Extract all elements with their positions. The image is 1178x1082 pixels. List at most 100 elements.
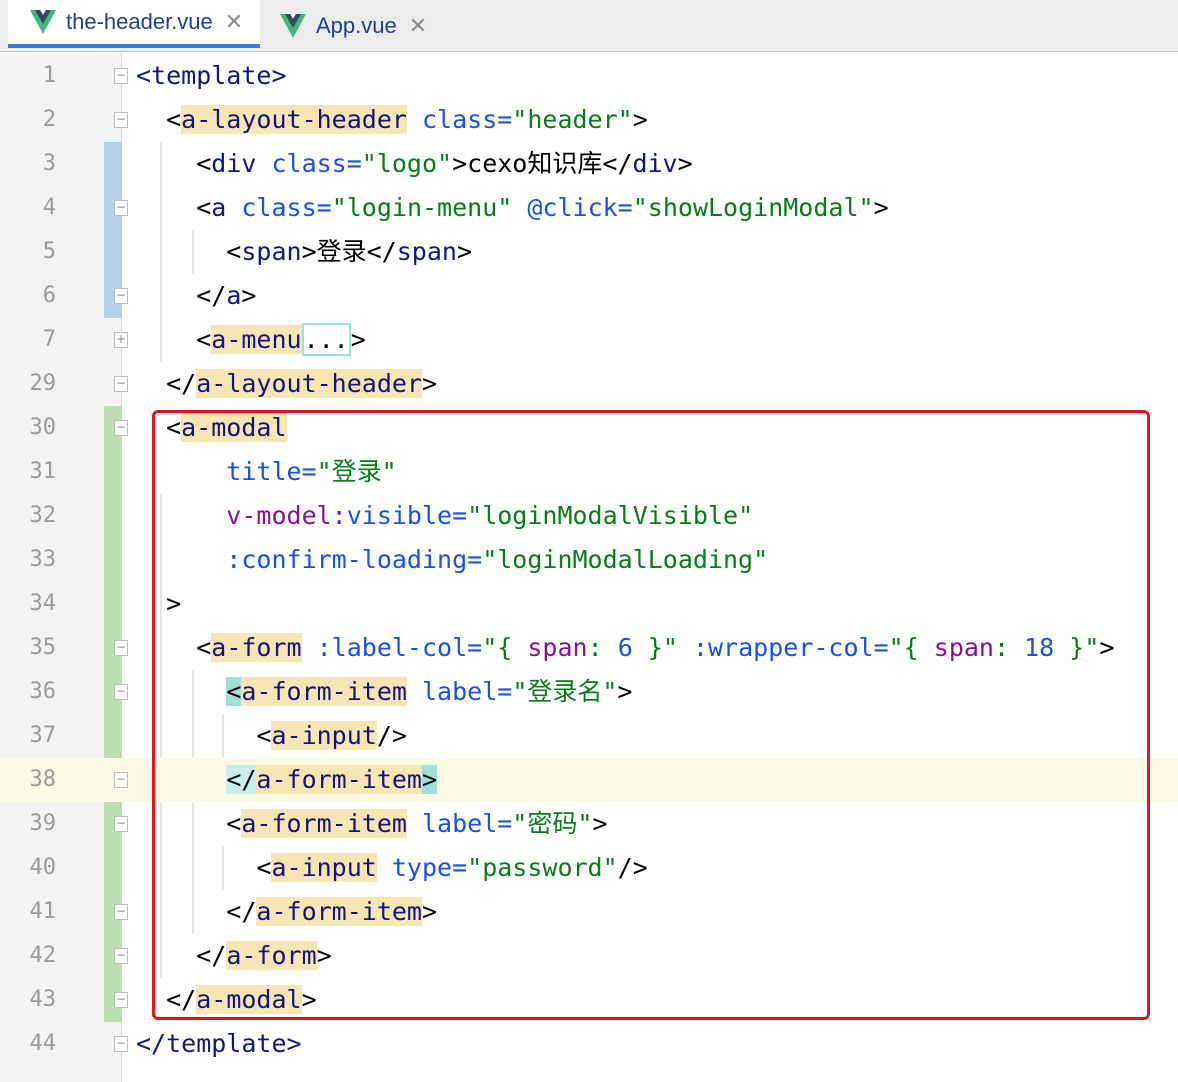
line-number[interactable]: 42 (0, 934, 57, 978)
code-token: </ (136, 369, 197, 398)
tab-app-vue[interactable]: App.vue ✕ (270, 0, 450, 52)
fold-collapse-icon[interactable]: − (114, 420, 128, 436)
code-text[interactable]: <a-menu...> (136, 318, 366, 362)
tab-label: App.vue (316, 13, 397, 38)
code-token: class= (406, 105, 513, 134)
code-text[interactable]: <span>登录</span> (136, 230, 472, 274)
code-token: < (136, 325, 212, 354)
code-token: <template> (136, 61, 287, 90)
code-editor[interactable]: 1 <template> 2 <a-layout-header class="hea… (0, 52, 1178, 1082)
code-line[interactable]: 5 <span>登录</span> (0, 230, 1178, 274)
code-token: >cexo知识库</ (452, 149, 633, 178)
close-icon[interactable]: ✕ (409, 13, 427, 39)
code-token: a-layout-header (196, 369, 422, 398)
fold-collapse-icon[interactable]: − (114, 200, 128, 216)
code-line[interactable]: 1 <template> (0, 54, 1178, 98)
line-number[interactable]: 34 (0, 582, 57, 626)
code-token: class= (256, 149, 362, 178)
code-line[interactable]: 44 </template> (0, 1022, 1178, 1066)
code-token: a-layout-header (181, 105, 407, 134)
code-token: @click= (512, 193, 633, 222)
fold-collapse-icon[interactable]: − (114, 1036, 128, 1052)
line-number[interactable]: 39 (0, 802, 57, 846)
fold-collapse-icon[interactable]: − (114, 816, 128, 832)
code-token: "logo" (361, 149, 453, 178)
code-text[interactable]: <a class="login-menu" @click="showLoginM… (136, 186, 889, 230)
line-number[interactable]: 41 (0, 890, 57, 934)
code-token: < (136, 237, 242, 266)
line-number[interactable]: 6 (0, 274, 56, 318)
code-text[interactable]: <div class="logo">cexo知识库</div> (136, 142, 693, 186)
code-line[interactable]: 3 <div class="logo">cexo知识库</div> (0, 142, 1178, 186)
code-text[interactable]: </a> (136, 274, 256, 318)
code-text[interactable]: <template> (136, 54, 287, 98)
close-icon[interactable]: ✕ (225, 9, 243, 35)
tab-label: the-header.vue (66, 9, 213, 34)
code-token: class= (226, 193, 332, 222)
line-number[interactable]: 5 (0, 230, 56, 274)
red-highlight-box (152, 410, 1150, 1020)
code-token: > (350, 325, 366, 354)
code-token: </template> (136, 1029, 302, 1058)
code-token: < (136, 193, 212, 222)
line-number[interactable]: 37 (0, 714, 57, 758)
code-token: > (241, 281, 257, 310)
fold-collapse-icon[interactable]: − (114, 640, 128, 656)
line-number[interactable]: 44 (0, 1022, 57, 1066)
code-line[interactable]: 7 <a-menu...> (0, 318, 1178, 362)
code-token: a (226, 281, 242, 310)
code-text[interactable]: </a-layout-header> (136, 362, 437, 406)
fold-collapse-icon[interactable]: − (114, 376, 128, 392)
fold-collapse-icon[interactable]: − (114, 68, 128, 84)
line-number[interactable]: 36 (0, 670, 57, 714)
code-line[interactable]: 2 <a-layout-header class="header"> (0, 98, 1178, 142)
editor-tab-bar: the-header.vue ✕ App.vue ✕ (0, 0, 1178, 52)
fold-collapse-icon[interactable]: − (114, 112, 128, 128)
code-line[interactable]: 29 </a-layout-header> (0, 362, 1178, 406)
line-number[interactable]: 40 (0, 846, 57, 890)
line-number[interactable]: 32 (0, 494, 57, 538)
code-token: > (873, 193, 889, 222)
code-line[interactable]: 6 </a> (0, 274, 1178, 318)
code-token: "showLoginModal" (632, 193, 874, 222)
code-text[interactable]: <a-layout-header class="header"> (136, 98, 648, 142)
code-token: < (136, 105, 182, 134)
line-number[interactable]: 7 (0, 318, 56, 362)
line-number[interactable]: 31 (0, 450, 57, 494)
line-number[interactable]: 2 (0, 98, 56, 142)
fold-collapse-icon[interactable]: − (114, 288, 128, 304)
fold-collapse-icon[interactable]: − (114, 772, 128, 788)
code-token: > (632, 105, 648, 134)
code-line[interactable]: 4 <a class="login-menu" @click="showLogi… (0, 186, 1178, 230)
line-number[interactable]: 35 (0, 626, 57, 670)
line-number[interactable]: 4 (0, 186, 56, 230)
code-token: ... (301, 323, 351, 356)
fold-collapse-icon[interactable]: − (114, 992, 128, 1008)
code-token: > (456, 237, 473, 266)
code-token: span (396, 237, 457, 266)
fold-expand-icon[interactable]: + (114, 332, 128, 348)
line-number[interactable]: 29 (0, 362, 57, 406)
line-number[interactable]: 38 (0, 758, 57, 802)
line-number[interactable]: 1 (0, 54, 56, 98)
line-number[interactable]: 3 (0, 142, 56, 186)
code-token: > (422, 369, 438, 398)
fold-collapse-icon[interactable]: − (114, 948, 128, 964)
code-text[interactable]: </template> (136, 1022, 302, 1066)
code-token: div (632, 149, 678, 178)
code-token: "header" (512, 105, 633, 134)
line-number[interactable]: 33 (0, 538, 57, 582)
line-number[interactable]: 43 (0, 978, 57, 1022)
code-token: a-menu (211, 325, 302, 354)
tab-the-header-vue[interactable]: the-header.vue ✕ (8, 0, 260, 48)
code-token: "login-menu" (331, 193, 513, 222)
vue-icon (30, 10, 56, 34)
line-number[interactable]: 30 (0, 406, 57, 450)
code-token: span (241, 237, 302, 266)
fold-collapse-icon[interactable]: − (114, 684, 128, 700)
code-token: < (136, 149, 212, 178)
code-token: >登录</ (301, 237, 397, 266)
code-token: div (211, 149, 257, 178)
code-token: > (677, 149, 693, 178)
fold-collapse-icon[interactable]: − (114, 904, 128, 920)
